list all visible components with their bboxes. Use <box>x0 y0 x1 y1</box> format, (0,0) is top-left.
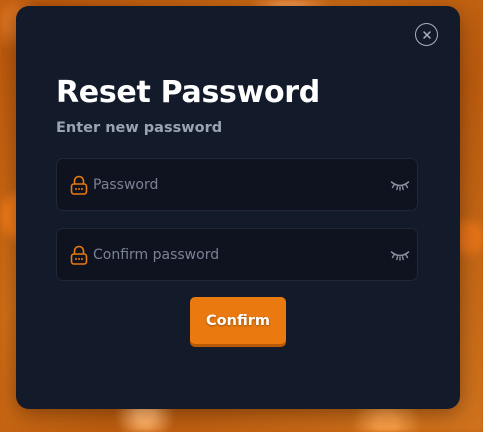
modal-subtitle: Enter new password <box>56 120 223 136</box>
close-button[interactable] <box>415 23 438 46</box>
confirm-button[interactable]: Confirm <box>190 297 286 344</box>
modal-title: Reset Password <box>56 75 320 110</box>
reset-password-modal: Reset Password Enter new password Confir… <box>16 6 460 409</box>
eye-closed-icon[interactable] <box>390 248 410 262</box>
confirm-password-field[interactable] <box>56 228 418 281</box>
eye-closed-icon[interactable] <box>390 178 410 192</box>
password-field[interactable] <box>56 158 418 211</box>
password-input[interactable] <box>93 159 373 210</box>
lock-icon <box>70 175 88 195</box>
close-icon <box>422 30 431 39</box>
confirm-password-input[interactable] <box>93 229 373 280</box>
lock-icon <box>70 245 88 265</box>
